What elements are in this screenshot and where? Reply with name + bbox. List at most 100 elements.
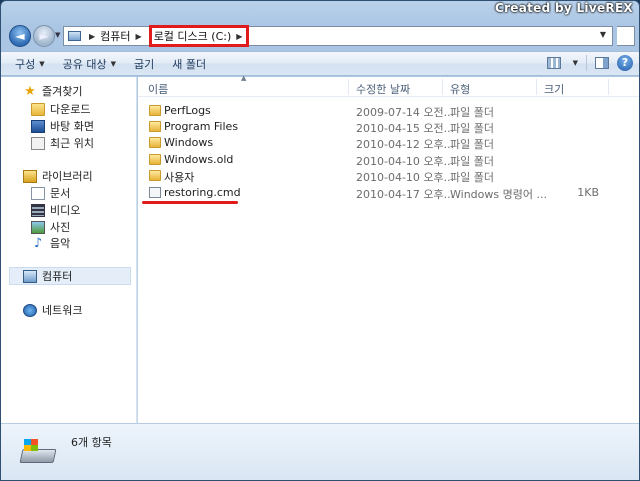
- chevron-down-icon: ▼: [110, 59, 117, 68]
- back-button[interactable]: ◄: [9, 25, 31, 47]
- file-name: Program Files: [164, 120, 239, 133]
- nav-item-desktop[interactable]: 바탕 화면: [31, 118, 94, 134]
- command-bar: 구성 ▼ 공유 대상 ▼ 굽기 새 폴더 ▼ ?: [1, 51, 639, 76]
- refresh-button[interactable]: [617, 26, 635, 46]
- file-list: ▲ 이름 수정한 날짜 유형 크기 PerfLogs 2009-07-14 오전…: [138, 74, 639, 423]
- file-name: restoring.cmd: [164, 186, 241, 199]
- nav-label: 다운로드: [50, 103, 91, 116]
- chevron-right-icon[interactable]: ▶: [236, 32, 242, 41]
- nav-label: 문서: [50, 187, 71, 200]
- column-divider[interactable]: [348, 79, 349, 95]
- nav-item-documents[interactable]: 문서: [31, 185, 70, 201]
- file-date: 2010-04-15 오전...: [356, 122, 455, 135]
- nav-item-favorites[interactable]: ★ 즐겨찾기: [23, 83, 82, 99]
- file-name: Windows: [164, 136, 214, 149]
- file-type: 파일 폴더: [450, 155, 494, 168]
- column-header-row: ▲ 이름 수정한 날짜 유형 크기: [138, 74, 639, 97]
- toolbar-right: ▼ ?: [546, 55, 633, 71]
- file-date: 2010-04-17 오후...: [356, 188, 455, 201]
- documents-icon: [31, 186, 45, 200]
- help-icon[interactable]: ?: [617, 55, 633, 71]
- burn-button[interactable]: 굽기: [125, 51, 163, 76]
- details-pane: 6개 항목: [1, 423, 639, 480]
- navigation-pane: ★ 즐겨찾기 다운로드 바탕 화면 최근 위치 라이브러리 문서 비디오 사진 ♪…: [1, 77, 137, 423]
- address-dropdown-icon[interactable]: ▼: [600, 30, 606, 39]
- nav-label: 사진: [50, 221, 71, 234]
- chevron-right-icon[interactable]: ▶: [136, 32, 142, 41]
- nav-item-downloads[interactable]: 다운로드: [31, 101, 90, 117]
- view-options-icon[interactable]: [546, 57, 561, 69]
- downloads-folder-icon: [31, 102, 45, 116]
- breadcrumb-local-disk[interactable]: 로컬 디스크 (C:): [154, 28, 232, 44]
- recent-places-icon: [31, 136, 45, 150]
- chevron-right-icon[interactable]: ▶: [89, 32, 95, 41]
- nav-label: 즐겨찾기: [42, 85, 83, 98]
- table-row[interactable]: PerfLogs 2009-07-14 오전... 파일 폴더: [138, 103, 639, 119]
- nav-label: 바탕 화면: [50, 120, 94, 133]
- folder-icon: [149, 105, 161, 116]
- nav-item-music[interactable]: ♪ 음악: [31, 235, 70, 251]
- address-bar[interactable]: ▶ 컴퓨터 ▶ 로컬 디스크 (C:) ▶ ▼: [63, 25, 613, 47]
- nav-item-pictures[interactable]: 사진: [31, 219, 70, 235]
- table-row[interactable]: 사용자 2010-04-10 오후... 파일 폴더: [138, 168, 639, 184]
- file-date: 2010-04-12 오후...: [356, 138, 455, 151]
- share-label: 공유 대상: [62, 57, 107, 71]
- library-icon: [23, 169, 37, 183]
- local-disk-icon: [19, 439, 57, 465]
- breadcrumb-highlight: 로컬 디스크 (C:) ▶: [148, 25, 250, 47]
- sort-ascending-icon: ▲: [241, 74, 247, 82]
- divider: [586, 55, 587, 71]
- burn-label: 굽기: [134, 57, 155, 71]
- nav-label: 컴퓨터: [42, 270, 73, 283]
- file-date: 2009-07-14 오전...: [356, 106, 455, 119]
- column-header-name[interactable]: 이름: [148, 81, 168, 97]
- column-divider[interactable]: [608, 79, 609, 95]
- star-icon: ★: [24, 83, 36, 99]
- share-button[interactable]: 공유 대상 ▼: [54, 51, 125, 76]
- new-folder-button[interactable]: 새 폴더: [163, 51, 215, 76]
- recent-pages-dropdown[interactable]: ▼: [55, 31, 60, 39]
- nav-label: 최근 위치: [50, 137, 94, 150]
- table-row[interactable]: Windows.old 2010-04-10 오후... 파일 폴더: [138, 152, 639, 168]
- file-type: Windows 명령어 ...: [450, 188, 547, 201]
- folder-icon: [149, 121, 161, 132]
- nav-item-libraries[interactable]: 라이브러리: [23, 168, 93, 184]
- nav-label: 라이브러리: [42, 170, 93, 183]
- file-name: 사용자: [164, 171, 195, 184]
- organize-button[interactable]: 구성 ▼: [1, 51, 54, 76]
- table-row[interactable]: Program Files 2010-04-15 오전... 파일 폴더: [138, 119, 639, 135]
- breadcrumb-computer[interactable]: 컴퓨터: [100, 28, 130, 44]
- folder-icon: [149, 137, 161, 148]
- column-header-type[interactable]: 유형: [450, 81, 470, 97]
- new-folder-label: 새 폴더: [172, 57, 207, 71]
- file-type: 파일 폴더: [450, 171, 494, 184]
- column-header-size[interactable]: 크기: [544, 81, 564, 97]
- nav-item-network[interactable]: 네트워크: [23, 302, 82, 318]
- annotation-underline: [142, 201, 238, 204]
- nav-label: 네트워크: [42, 304, 83, 317]
- nav-label: 비디오: [50, 204, 81, 217]
- network-icon: [23, 303, 37, 317]
- table-row[interactable]: restoring.cmd 2010-04-17 오후... Windows 명…: [138, 185, 639, 201]
- organize-label: 구성: [15, 57, 36, 71]
- table-row[interactable]: Windows 2010-04-12 오후... 파일 폴더: [138, 135, 639, 151]
- file-name: PerfLogs: [164, 104, 211, 117]
- file-size: 1KB: [577, 186, 599, 199]
- address-row: ◄ ► ▼ ▶ 컴퓨터 ▶ 로컬 디스크 (C:) ▶ ▼: [7, 23, 635, 49]
- file-date: 2010-04-10 오후...: [356, 155, 455, 168]
- preview-pane-icon[interactable]: [595, 57, 609, 69]
- explorer-window: Created by LiveREX ◄ ► ▼ ▶ 컴퓨터 ▶ 로컬 디스크 …: [0, 0, 640, 481]
- column-divider[interactable]: [536, 79, 537, 95]
- forward-button[interactable]: ►: [33, 25, 55, 47]
- column-divider[interactable]: [442, 79, 443, 95]
- column-header-date[interactable]: 수정한 날짜: [356, 81, 410, 97]
- nav-item-computer[interactable]: 컴퓨터: [23, 268, 72, 284]
- chevron-down-icon[interactable]: ▼: [573, 59, 578, 67]
- computer-icon: [64, 27, 84, 45]
- file-date: 2010-04-10 오후...: [356, 171, 455, 184]
- folder-icon: [149, 170, 161, 181]
- nav-label: 음악: [50, 237, 71, 250]
- nav-item-videos[interactable]: 비디오: [31, 202, 80, 218]
- nav-item-recent[interactable]: 최근 위치: [31, 135, 94, 151]
- cmd-file-icon: [149, 187, 161, 198]
